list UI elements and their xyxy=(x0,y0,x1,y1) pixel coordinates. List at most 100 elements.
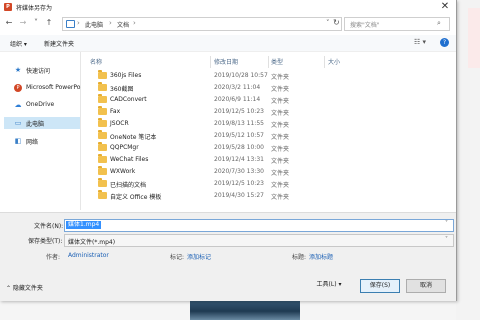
filename-field[interactable]: 媒体1.mp4 ˅ xyxy=(64,219,454,232)
dialog-title: 将媒体另存为 xyxy=(16,5,53,12)
file-type: 文件夹 xyxy=(271,134,290,141)
sidebar-item-network[interactable]: ◧ 网络 xyxy=(4,135,80,147)
file-name: Fax xyxy=(110,108,121,115)
file-row[interactable]: QQPCMgr 2019/5/28 10:00 文件夹 xyxy=(90,142,390,153)
file-row[interactable]: JSOCR 2019/8/13 11:55 文件夹 xyxy=(90,118,390,129)
savetype-value: 媒体文件(*.mp4) xyxy=(68,239,116,246)
column-header-size[interactable]: 大小 xyxy=(328,57,340,66)
up-arrow-icon[interactable]: ↑ xyxy=(44,17,54,29)
file-row[interactable]: WeChat Files 2019/12/4 13:31 文件夹 xyxy=(90,154,390,165)
file-name: 自定义 Office 模板 xyxy=(110,194,162,201)
breadcrumb-documents[interactable]: 文档 xyxy=(117,20,129,29)
address-bar[interactable]: › 此电脑 › 文档 › ˅ ↻ xyxy=(62,17,342,31)
file-date: 2019/12/5 10:23 xyxy=(214,108,264,115)
navigation-pane: ★ 快速访问 P Microsoft PowerPo ☁ OneDrive ▭ … xyxy=(0,52,81,210)
file-row[interactable]: 360js Files 2019/10/28 10:57 文件夹 xyxy=(90,70,390,81)
folder-icon xyxy=(98,82,107,91)
file-name: 已扫描的文档 xyxy=(110,182,147,189)
sidebar-item-quick-access[interactable]: ★ 快速访问 xyxy=(4,64,80,76)
network-icon: ◧ xyxy=(14,137,22,145)
sidebar-item-this-pc[interactable]: ▭ 此电脑 xyxy=(4,117,80,129)
sidebar-item-label: Microsoft PowerPo xyxy=(26,84,81,91)
sidebar-item-label: 网络 xyxy=(26,139,39,146)
tags-label: 标记: xyxy=(170,254,185,261)
file-row[interactable]: WXWork 2020/7/30 13:30 文件夹 xyxy=(90,166,390,177)
save-button[interactable]: 保存(S) xyxy=(360,279,400,293)
file-date: 2020/3/2 11:04 xyxy=(214,84,261,91)
file-name: QQPCMgr xyxy=(110,144,139,151)
sidebar-item-label: 此电脑 xyxy=(26,121,45,128)
sidebar-item-label: OneDrive xyxy=(26,101,55,108)
filename-dropdown-icon[interactable]: ˅ xyxy=(445,220,448,227)
forward-arrow-icon[interactable]: → xyxy=(18,17,28,29)
help-icon[interactable]: ? xyxy=(440,38,449,47)
file-row[interactable]: OneNote 笔记本 2019/5/12 10:57 文件夹 xyxy=(90,130,390,141)
new-folder-button[interactable]: 新建文件夹 xyxy=(44,39,74,48)
file-date: 2019/10/28 10:57 xyxy=(214,72,268,79)
file-type: 文件夹 xyxy=(271,170,290,177)
back-arrow-icon[interactable]: ← xyxy=(4,17,14,29)
file-row[interactable]: 自定义 Office 模板 2019/4/30 15:27 文件夹 xyxy=(90,190,390,201)
file-name: OneNote 笔记本 xyxy=(110,134,157,141)
folder-icon xyxy=(98,106,107,115)
view-options-icon[interactable]: ☷ ▾ xyxy=(414,38,426,46)
folder-icon xyxy=(98,142,107,151)
file-row[interactable]: Fax 2019/12/5 10:23 文件夹 xyxy=(90,106,390,117)
cancel-button[interactable]: 取消 xyxy=(406,279,446,293)
author-value[interactable]: Administrator xyxy=(68,252,109,259)
column-header-date[interactable]: 修改日期 xyxy=(214,57,238,66)
organize-button[interactable]: 组织 ▾ xyxy=(10,39,27,48)
tools-menu-button[interactable]: 工具(L) ▾ xyxy=(314,279,344,291)
file-row[interactable]: 已扫描的文档 2019/12/5 10:23 文件夹 xyxy=(90,178,390,189)
refresh-icon[interactable]: ↻ xyxy=(333,18,340,27)
folder-icon xyxy=(98,118,107,127)
add-title-link[interactable]: 添加标题 xyxy=(309,252,333,261)
column-header-type[interactable]: 类型 xyxy=(271,57,283,66)
breadcrumb-separator: › xyxy=(77,19,80,27)
address-dropdown-icon[interactable]: ˅ xyxy=(326,19,330,27)
folder-icon xyxy=(98,190,107,199)
savetype-select[interactable]: 媒体文件(*.mp4) ˅ xyxy=(64,234,454,247)
file-name: WeChat Files xyxy=(110,156,149,163)
file-type: 文件夹 xyxy=(271,122,290,129)
file-date: 2019/5/28 10:00 xyxy=(214,144,264,151)
file-row[interactable]: 360截图 2020/3/2 11:04 文件夹 xyxy=(90,82,390,93)
file-date: 2019/12/4 13:31 xyxy=(214,156,264,163)
column-divider[interactable] xyxy=(268,56,269,68)
savetype-dropdown-icon[interactable]: ˅ xyxy=(445,236,448,243)
file-type: 文件夹 xyxy=(271,158,290,165)
powerpoint-app-icon: P xyxy=(4,3,12,11)
filename-label: 文件名(N): xyxy=(34,223,64,230)
recent-locations-dropdown-icon[interactable]: ˅ xyxy=(31,17,41,29)
save-media-dialog: P 将媒体另存为 ✕ ← → ˅ ↑ › 此电脑 › 文档 › ˅ ↻ 搜索"文… xyxy=(0,0,457,301)
background-slide-image xyxy=(190,298,300,320)
file-row[interactable]: CADConvert 2020/6/9 11:14 文件夹 xyxy=(90,94,390,105)
sidebar-item-microsoft-powerpoint[interactable]: P Microsoft PowerPo xyxy=(4,82,80,94)
file-list-header: 名称 修改日期 类型 大小 xyxy=(90,57,450,68)
sidebar-item-onedrive[interactable]: ☁ OneDrive xyxy=(4,99,80,111)
file-date: 2019/4/30 15:27 xyxy=(214,192,264,199)
command-bar: 组织 ▾ 新建文件夹 ☷ ▾ ? xyxy=(0,35,456,52)
folder-icon xyxy=(98,70,107,79)
savetype-label: 保存类型(T): xyxy=(28,238,63,245)
close-icon[interactable]: ✕ xyxy=(438,1,452,13)
background-ribbon-strip xyxy=(468,8,480,68)
sidebar-item-label: 快速访问 xyxy=(26,68,51,75)
title-label: 标题: xyxy=(292,254,307,261)
search-icon[interactable]: ⌕ xyxy=(437,19,441,28)
column-divider[interactable] xyxy=(210,56,211,68)
search-box[interactable]: 搜索"文档" ⌕ xyxy=(344,17,450,31)
breadcrumb-this-pc[interactable]: 此电脑 xyxy=(85,20,103,29)
column-divider[interactable] xyxy=(324,56,325,68)
file-name: 360截图 xyxy=(110,86,134,93)
file-date: 2020/6/9 11:14 xyxy=(214,96,261,103)
add-tags-link[interactable]: 添加标记 xyxy=(187,252,211,261)
author-label: 作者: xyxy=(46,254,61,261)
column-header-name[interactable]: 名称 xyxy=(90,57,102,66)
file-type: 文件夹 xyxy=(271,182,290,189)
folder-icon xyxy=(98,130,107,139)
file-date: 2019/12/5 10:23 xyxy=(214,180,264,187)
hide-folders-toggle[interactable]: ⌃ 隐藏文件夹 xyxy=(6,283,43,292)
powerpoint-icon: P xyxy=(14,84,22,92)
file-date: 2020/7/30 13:30 xyxy=(214,168,264,175)
